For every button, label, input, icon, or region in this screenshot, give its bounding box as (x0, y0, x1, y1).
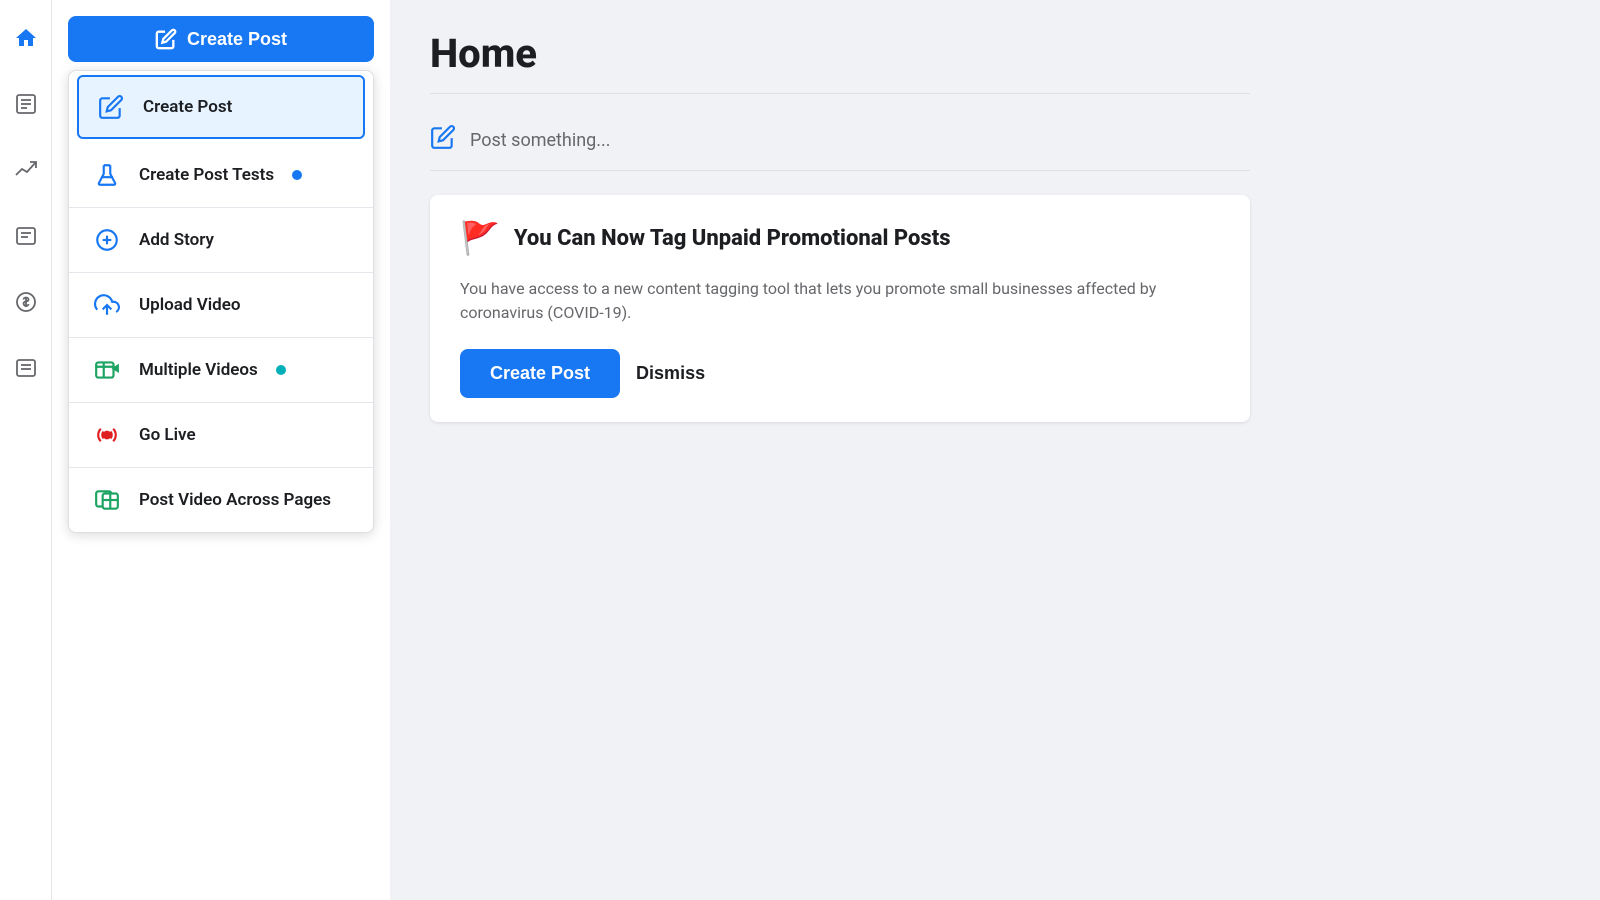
create-post-button[interactable]: Create Post (68, 16, 374, 62)
create-post-button-label: Create Post (187, 29, 287, 50)
dropdown-item-create-post-tests[interactable]: Create Post Tests (69, 143, 373, 208)
notification-card: 🚩 You Can Now Tag Unpaid Promotional Pos… (430, 195, 1250, 422)
upload-icon (89, 287, 125, 323)
icon-rail (0, 0, 52, 900)
create-post-icon (93, 89, 129, 125)
rail-icon-settings[interactable] (8, 350, 44, 386)
notification-create-post-button[interactable]: Create Post (460, 349, 620, 398)
dropdown-item-post-video-across-pages-label: Post Video Across Pages (139, 490, 331, 510)
main-content: Home Post something... 🚩 You Can Now Tag… (390, 0, 1600, 900)
dropdown-item-multiple-videos-label: Multiple Videos (139, 360, 258, 380)
rail-icon-publishing[interactable] (8, 218, 44, 254)
create-post-tests-badge (292, 170, 302, 180)
rail-icon-insights[interactable] (8, 152, 44, 188)
plus-circle-icon (89, 222, 125, 258)
post-bar-icon (430, 124, 456, 156)
dropdown-item-multiple-videos[interactable]: Multiple Videos (69, 338, 373, 403)
dropdown-item-add-story-label: Add Story (139, 230, 214, 250)
notification-actions: Create Post Dismiss (460, 349, 1220, 398)
main-inner: Home Post something... 🚩 You Can Now Tag… (390, 0, 1290, 452)
dropdown-item-add-story[interactable]: Add Story (69, 208, 373, 273)
dropdown-item-go-live-label: Go Live (139, 425, 196, 445)
dropdown-item-upload-video[interactable]: Upload Video (69, 273, 373, 338)
rail-icon-posts[interactable] (8, 86, 44, 122)
multiple-videos-icon (89, 352, 125, 388)
flag-icon: 🚩 (460, 219, 500, 257)
dropdown-item-go-live[interactable]: Go Live (69, 403, 373, 468)
multiple-videos-badge (276, 365, 286, 375)
go-live-icon (89, 417, 125, 453)
page-title: Home (430, 30, 1250, 77)
flask-icon (89, 157, 125, 193)
dropdown-item-post-video-across-pages[interactable]: Post Video Across Pages (69, 468, 373, 532)
dropdown-item-create-post[interactable]: Create Post (77, 75, 365, 139)
notification-title: You Can Now Tag Unpaid Promotional Posts (514, 226, 951, 251)
post-bar[interactable]: Post something... (430, 110, 1250, 171)
notification-header: 🚩 You Can Now Tag Unpaid Promotional Pos… (460, 219, 1220, 257)
edit-icon (155, 28, 177, 50)
dropdown-item-upload-video-label: Upload Video (139, 295, 241, 315)
rail-icon-home[interactable] (8, 20, 44, 56)
dropdown-menu: Create Post Create Post Tests (68, 70, 374, 533)
dropdown-item-create-post-tests-label: Create Post Tests (139, 165, 274, 185)
sidebar: Create Post Create Post (0, 0, 390, 900)
multi-page-icon (89, 482, 125, 518)
notification-body: You have access to a new content tagging… (460, 277, 1220, 325)
post-bar-placeholder: Post something... (470, 130, 611, 151)
dropdown-item-create-post-label: Create Post (143, 97, 232, 117)
divider (430, 93, 1250, 94)
notification-dismiss-button[interactable]: Dismiss (636, 363, 705, 384)
sidebar-main: Create Post Create Post (52, 0, 390, 900)
rail-icon-monetization[interactable] (8, 284, 44, 320)
